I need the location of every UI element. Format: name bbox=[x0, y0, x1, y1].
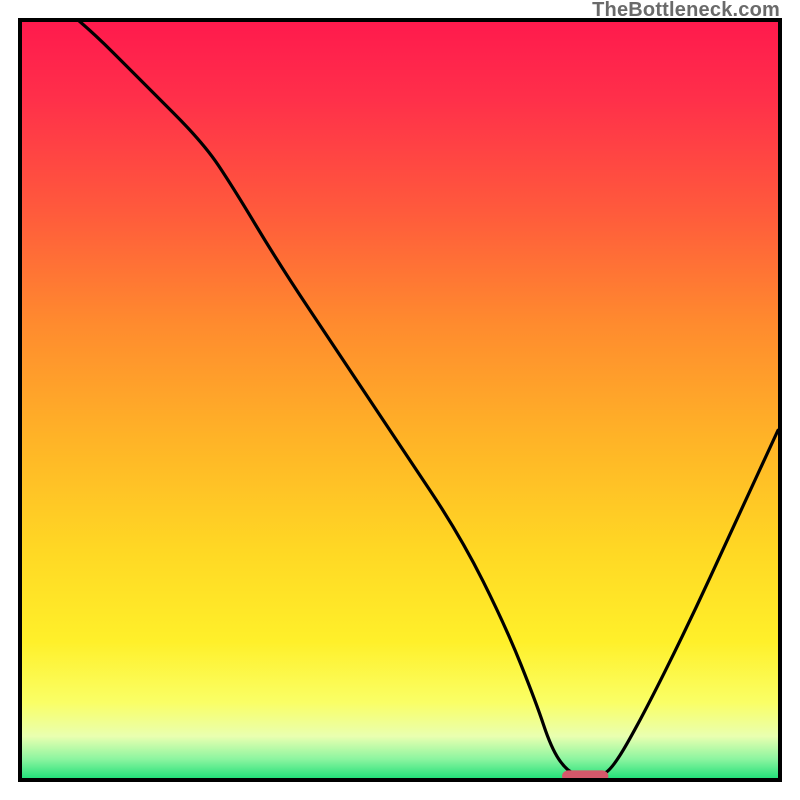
watermark-text: TheBottleneck.com bbox=[592, 0, 780, 22]
chart-frame bbox=[18, 18, 782, 782]
optimal-marker bbox=[563, 771, 608, 778]
gradient-background bbox=[22, 22, 778, 778]
bottleneck-chart bbox=[22, 22, 778, 778]
